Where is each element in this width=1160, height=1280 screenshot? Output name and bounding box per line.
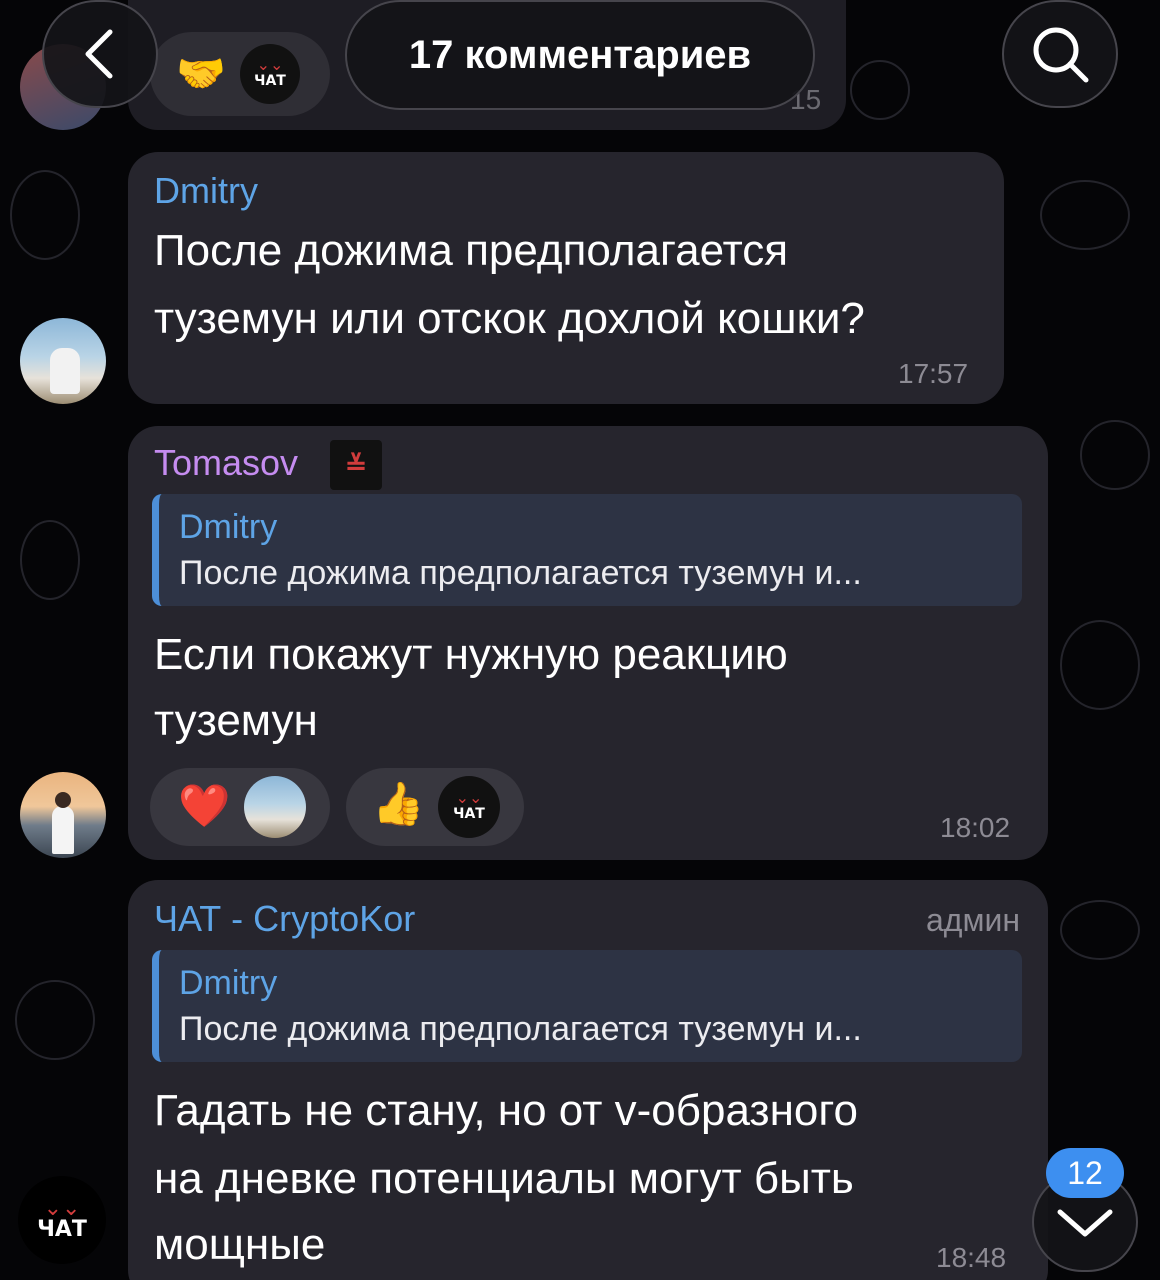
chat-logo-icon: ⌄⌄ ЧАТ (240, 44, 300, 104)
avatar-dmitry[interactable] (20, 318, 106, 404)
message-bubble-cryptokor[interactable]: ЧАТ - CryptoKor админ Dmitry После дожим… (128, 880, 1048, 1280)
message-author[interactable]: Tomasov (154, 442, 298, 484)
message-text-line: мощные (154, 1220, 326, 1269)
unread-count: 12 (1067, 1154, 1103, 1191)
reply-text: После дожима предполагается туземун и... (179, 554, 862, 592)
message-text-line: туземун или отскок дохлой кошки? (154, 294, 865, 343)
message-author[interactable]: Dmitry (154, 170, 258, 212)
thumbs-up-icon: 👍 (372, 780, 425, 827)
reply-author: Dmitry (179, 508, 278, 546)
page-title: 17 комментариев (408, 32, 752, 77)
previous-reaction-chip[interactable]: 🤝 ⌄⌄ ЧАТ (150, 32, 330, 116)
message-text-line: туземун (154, 696, 318, 745)
message-time: 18:02 (940, 812, 1011, 843)
back-button[interactable] (42, 0, 158, 108)
reply-quote[interactable]: Dmitry После дожима предполагается тузем… (152, 494, 1022, 606)
message-text-line: Если покажут нужную реакцию (154, 630, 788, 679)
chat-logo-icon: ⌄⌄ ЧАТ (438, 776, 500, 838)
message-author[interactable]: ЧАТ - CryptoKor (154, 898, 415, 940)
message-bubble-tomasov[interactable]: Tomasov ≚ Dmitry После дожима предполага… (128, 426, 1048, 860)
heart-icon: ❤️ (178, 782, 231, 829)
avatar-tomasov[interactable] (20, 772, 106, 858)
comments-title-pill: 17 комментариев (345, 0, 815, 110)
handshake-icon: 🤝 (176, 52, 226, 96)
message-text-line: Гадать не стану, но от v-образного (154, 1086, 858, 1135)
admin-label: админ (925, 902, 1020, 938)
reaction-heart-chip[interactable]: ❤️ (150, 768, 330, 846)
message-text-line: После дожима предполагается (154, 226, 789, 275)
message-time: 17:57 (898, 358, 969, 389)
chat-channel-avatar[interactable]: ⌄⌄ ЧАТ (18, 1176, 106, 1264)
reaction-thumbs-up-chip[interactable]: 👍 ⌄⌄ ЧАТ (346, 768, 524, 846)
search-button[interactable] (1002, 0, 1118, 108)
verified-badge-icon: ≚ (330, 440, 382, 490)
chevron-left-icon (85, 29, 113, 79)
unread-count-badge: 12 (1046, 1148, 1124, 1198)
message-text-line: на дневке потенциалы могут быть (154, 1154, 854, 1203)
reply-text: После дожима предполагается туземун и... (179, 1010, 862, 1048)
reactor-avatar (244, 776, 306, 838)
message-time: 18:48 (936, 1242, 1007, 1273)
reply-quote[interactable]: Dmitry После дожима предполагается тузем… (152, 950, 1022, 1062)
message-bubble-dmitry[interactable]: Dmitry После дожима предполагается тузем… (128, 152, 1004, 404)
search-icon (1033, 27, 1089, 83)
reply-author: Dmitry (179, 964, 278, 1002)
